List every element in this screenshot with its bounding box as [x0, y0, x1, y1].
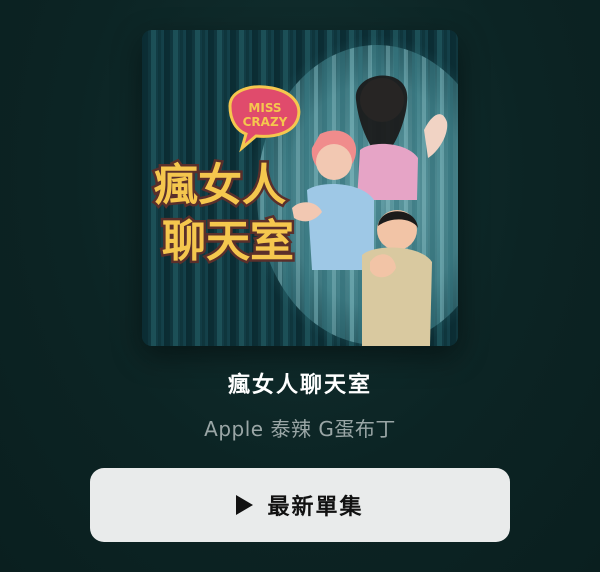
artwork-image: MISS CRAZY 瘋女人 聊天室 [142, 30, 458, 346]
art-badge-text-1: MISS [248, 101, 281, 115]
art-badge-text-2: CRAZY [243, 115, 288, 129]
podcast-show-screen: MISS CRAZY 瘋女人 聊天室 瘋女人聊天室 Apple 泰辣 G蛋布丁 … [0, 0, 600, 572]
latest-episode-label: 最新單集 [267, 495, 364, 520]
play-icon [236, 495, 254, 515]
art-title-line-1: 瘋女人 [154, 160, 286, 211]
show-author[interactable]: Apple 泰辣 G蛋布丁 [0, 413, 600, 442]
art-title-line-2: 聊天室 [162, 216, 294, 267]
latest-episode-button[interactable]: 最新單集 [90, 468, 510, 542]
show-title: 瘋女人聊天室 [227, 373, 372, 398]
show-artwork[interactable]: MISS CRAZY 瘋女人 聊天室 [142, 30, 458, 346]
